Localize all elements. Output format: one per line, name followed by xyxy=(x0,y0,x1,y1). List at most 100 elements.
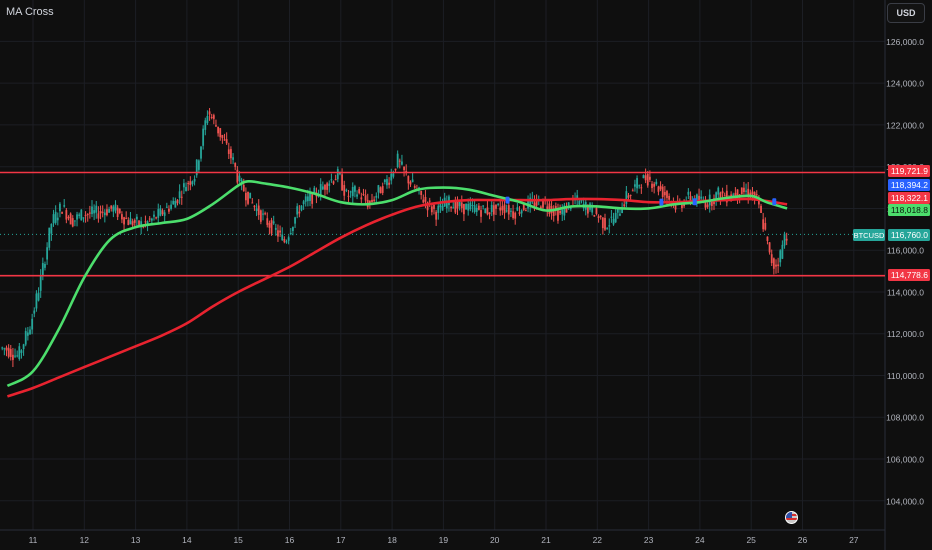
candle-body xyxy=(155,217,158,219)
candle-body xyxy=(39,275,42,291)
price-chart[interactable]: 104,000.0 106,000.0 108,000.0 110,000.0 112,… xyxy=(0,0,932,550)
candle-body xyxy=(249,192,252,199)
candle-body xyxy=(157,209,160,218)
x-tick-label: 21 xyxy=(541,535,551,545)
candle-body xyxy=(16,355,19,357)
candle-body xyxy=(106,209,108,216)
candle-body xyxy=(762,219,765,230)
candle-body xyxy=(110,205,113,209)
currency-button[interactable]: USD xyxy=(887,3,925,23)
candle-body xyxy=(629,194,632,196)
candle-body xyxy=(257,205,260,215)
candle-body xyxy=(138,220,140,226)
candle-body xyxy=(170,204,172,209)
candle-body xyxy=(298,211,301,214)
candle-body xyxy=(375,195,378,198)
candle-body xyxy=(666,191,668,198)
candle-body xyxy=(751,191,754,195)
candle-body xyxy=(24,331,27,345)
candle-body xyxy=(407,176,410,184)
candle-body xyxy=(129,218,132,225)
candle-body xyxy=(255,208,258,212)
price-label-text: 119,721.9 xyxy=(891,166,928,176)
candle xyxy=(247,191,249,206)
candle-body xyxy=(262,213,264,215)
candle-body xyxy=(65,210,68,220)
candle-body xyxy=(266,218,269,225)
candle-body xyxy=(627,195,630,198)
candle-body xyxy=(54,211,57,223)
candle-body xyxy=(743,187,745,193)
x-tick-label: 22 xyxy=(593,535,603,545)
candle-body xyxy=(215,125,217,127)
x-tick-label: 11 xyxy=(29,535,38,545)
candle-body xyxy=(148,218,151,220)
candle-body xyxy=(63,205,66,207)
candle-body xyxy=(244,192,247,201)
candle-body xyxy=(648,176,651,180)
candle-body xyxy=(614,212,617,223)
candle-body xyxy=(764,223,767,230)
candle-body xyxy=(324,184,326,190)
candle xyxy=(270,217,273,236)
candle-body xyxy=(480,210,482,217)
symbol-label: BTCUSD xyxy=(854,231,885,240)
x-tick-label: 19 xyxy=(439,535,449,545)
candle-body xyxy=(174,200,177,208)
candle-body xyxy=(330,179,333,181)
candle-body xyxy=(766,236,769,241)
candle-body xyxy=(458,201,461,207)
candle-body xyxy=(12,354,14,360)
x-tick-label: 25 xyxy=(746,535,756,545)
candle-body xyxy=(35,293,38,309)
candle-body xyxy=(413,186,416,188)
cross-marker xyxy=(772,198,777,206)
candle-body xyxy=(212,115,215,119)
candle-body xyxy=(631,190,634,192)
candle-body xyxy=(172,200,175,205)
candle-body xyxy=(721,191,724,194)
candle-body xyxy=(488,212,491,215)
candle-body xyxy=(306,196,309,202)
candle-body xyxy=(118,208,121,214)
candle-body xyxy=(279,230,281,233)
candle-body xyxy=(601,217,604,229)
candle-body xyxy=(435,211,438,220)
candle-body xyxy=(311,194,314,204)
candle-body xyxy=(29,329,31,335)
candle xyxy=(69,212,72,225)
candle-body xyxy=(270,220,273,234)
candle-body xyxy=(345,189,348,191)
candle-body xyxy=(653,183,656,187)
candle-body xyxy=(202,128,205,146)
candle-body xyxy=(163,212,166,216)
candle-body xyxy=(144,221,147,223)
candle-body xyxy=(150,218,153,221)
candle-body xyxy=(687,191,690,195)
us-flag-icon[interactable] xyxy=(785,511,798,524)
candle-body xyxy=(495,204,497,209)
candle-body xyxy=(123,217,125,225)
x-tick-label: 16 xyxy=(285,535,295,545)
candle xyxy=(249,192,252,199)
candle-body xyxy=(116,207,119,217)
candle-body xyxy=(321,186,324,190)
candle-body xyxy=(507,205,510,215)
candle-body xyxy=(93,210,96,214)
candle-body xyxy=(41,263,44,276)
candle-body xyxy=(745,190,747,192)
candle-body xyxy=(490,204,493,212)
candle-body xyxy=(67,216,70,219)
y-tick-label: 112,000.0 xyxy=(887,329,924,339)
candle-body xyxy=(409,181,412,185)
candle-body xyxy=(471,205,474,207)
candle-body xyxy=(578,200,581,205)
candle-body xyxy=(208,111,211,115)
candle-body xyxy=(621,209,623,214)
price-label: 118,322.1 xyxy=(888,192,930,204)
candle-body xyxy=(9,349,12,357)
candle-body xyxy=(642,175,645,179)
candle-body xyxy=(360,197,363,200)
candle-body xyxy=(430,206,433,213)
candle-body xyxy=(514,212,517,219)
